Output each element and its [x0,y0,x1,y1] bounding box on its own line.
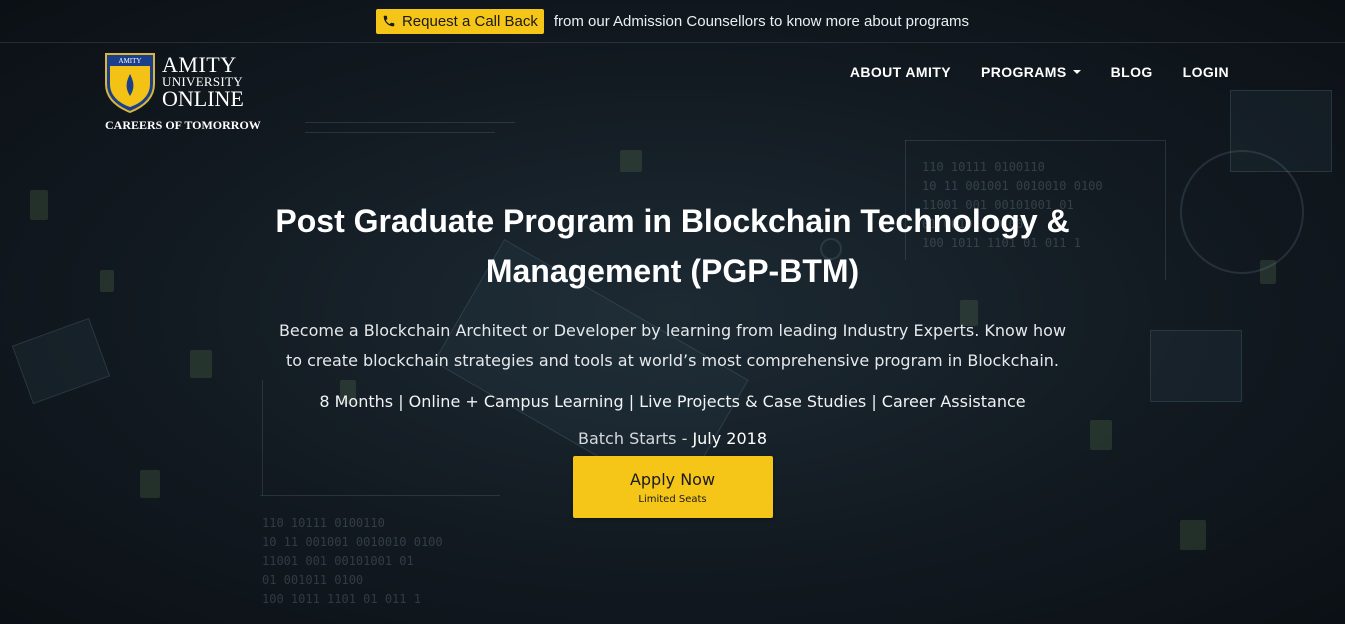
nav-item-label: BLOG [1110,64,1153,80]
phone-icon [383,15,395,27]
nav-item-label: LOGIN [1182,64,1229,80]
announcement-text: from our Admission Counsellors to know m… [553,12,970,30]
nav-item-login[interactable]: LOGIN [1183,64,1229,80]
nav-item-blog[interactable]: BLOG [1111,64,1153,80]
apply-now-button[interactable]: Apply Now Limited Seats [572,456,773,518]
amity-logo[interactable]: AMITY AMITY UNIVERSITY ONLINE CAREERS OF… [104,52,261,132]
hero-title: Post Graduate Program in Blockchain Tech… [275,203,1070,289]
batch-label: Batch Starts - [577,429,693,448]
batch-start: Batch Starts - July 2018 [0,429,1345,448]
caret-down-icon [1072,70,1081,74]
nav-item-about-amity[interactable]: ABOUT AMITY [850,64,951,80]
binary-text-left: 110 10111 0100110 10 11 001001 0010010 0… [262,516,443,606]
logo-line-3: ONLINE [162,86,244,111]
main-nav: ABOUT AMITY PROGRAMS BLOG LOGIN [850,64,1229,80]
request-call-back-label: Request a Call Back [401,12,538,30]
page: 110 10111 0100110 10 11 001001 0010010 0… [0,0,1345,624]
shield-emblem-icon: AMITY [105,53,155,114]
nav-item-label: ABOUT AMITY [849,64,951,80]
limited-seats-label: Limited Seats [638,493,707,505]
svg-text:AMITY: AMITY [119,57,142,65]
logo-tagline: CAREERS OF TOMORROW [105,118,261,132]
hero-description: Become a Blockchain Architect or Develop… [278,321,1067,370]
site-header: AMITY AMITY UNIVERSITY ONLINE CAREERS OF… [104,52,1229,132]
nav-item-label: PROGRAMS [980,64,1067,80]
nav-item-programs[interactable]: PROGRAMS [981,64,1081,80]
hero-section: Post Graduate Program in Blockchain Tech… [0,196,1345,518]
announcement-bar: Request a Call Back from our Admission C… [0,0,1345,43]
request-call-back-button[interactable]: Request a Call Back [375,8,544,34]
program-features: 8 Months | Online + Campus Learning | Li… [319,392,1026,411]
batch-date: July 2018 [692,429,768,448]
apply-now-label: Apply Now [629,469,716,489]
